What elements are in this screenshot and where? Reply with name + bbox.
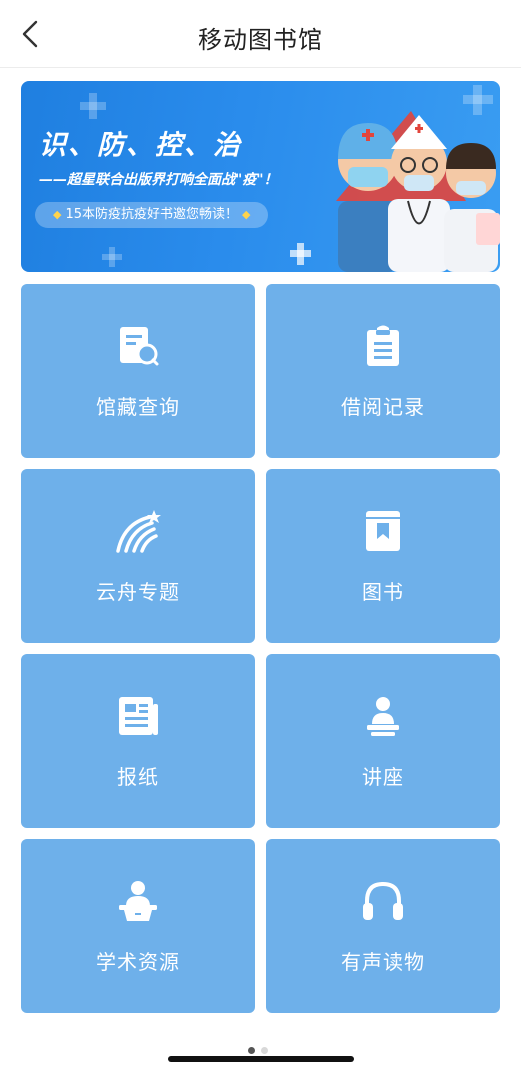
tile-label: 馆藏查询	[96, 395, 180, 419]
tile-newspapers[interactable]: 报纸	[21, 654, 255, 828]
tile-borrow-records[interactable]: 借阅记录	[266, 284, 500, 458]
banner-subtitle: ——超星联合出版界打响全面战"疫"！	[39, 172, 278, 188]
headphones-icon	[363, 881, 403, 920]
banner-pill: ◆ 15本防疫抗疫好书邀您畅读！ ◆	[35, 202, 269, 228]
page: 移动图书馆 识、防、控、治 ——超星联合出版界打响全面战"疫"！ ◆ 15本防疫抗…	[0, 0, 521, 1073]
tile-books[interactable]: 图书	[266, 469, 500, 643]
catalog-search-icon	[120, 327, 159, 366]
tile-label: 讲座	[362, 765, 404, 789]
top-nav-bar: 移动图书馆	[0, 0, 521, 68]
tile-label: 借阅记录	[341, 395, 425, 419]
tile-catalog-search[interactable]: 馆藏查询	[21, 284, 255, 458]
page-dot[interactable]	[261, 1047, 268, 1054]
tile-label: 报纸	[117, 765, 159, 789]
home-indicator[interactable]	[168, 1056, 354, 1062]
tile-label: 云舟专题	[96, 580, 180, 604]
diamond-icon: ◆	[242, 208, 251, 221]
cross-decoration	[102, 254, 122, 260]
cross-decoration	[80, 102, 106, 110]
medical-staff-illustration	[336, 111, 500, 272]
cloud-boat-logo-icon	[116, 510, 161, 553]
page-title: 移动图书馆	[198, 26, 323, 54]
tile-academic-resources[interactable]: 学术资源	[21, 839, 255, 1013]
page-indicator	[248, 1047, 268, 1054]
tile-label: 有声读物	[341, 950, 425, 974]
book-icon	[366, 511, 400, 551]
tile-lectures[interactable]: 讲座	[266, 654, 500, 828]
diamond-icon: ◆	[53, 208, 62, 221]
banner-title: 识、防、控、治	[39, 130, 242, 161]
page-dot-active[interactable]	[248, 1047, 255, 1054]
newspaper-icon	[119, 697, 158, 735]
academic-resource-icon	[119, 881, 157, 921]
tile-label: 学术资源	[96, 950, 180, 974]
tile-label: 图书	[362, 580, 404, 604]
cross-decoration	[290, 250, 311, 257]
banner-pill-text: 15本防疫抗疫好书邀您畅读！	[65, 207, 239, 222]
tile-audiobooks[interactable]: 有声读物	[266, 839, 500, 1013]
lecture-icon	[367, 697, 399, 736]
promo-banner[interactable]: 识、防、控、治 ——超星联合出版界打响全面战"疫"！ ◆ 15本防疫抗疫好书邀您畅…	[21, 81, 500, 272]
tile-yunzhou-topics[interactable]: 云舟专题	[21, 469, 255, 643]
clipboard-icon	[367, 325, 399, 366]
